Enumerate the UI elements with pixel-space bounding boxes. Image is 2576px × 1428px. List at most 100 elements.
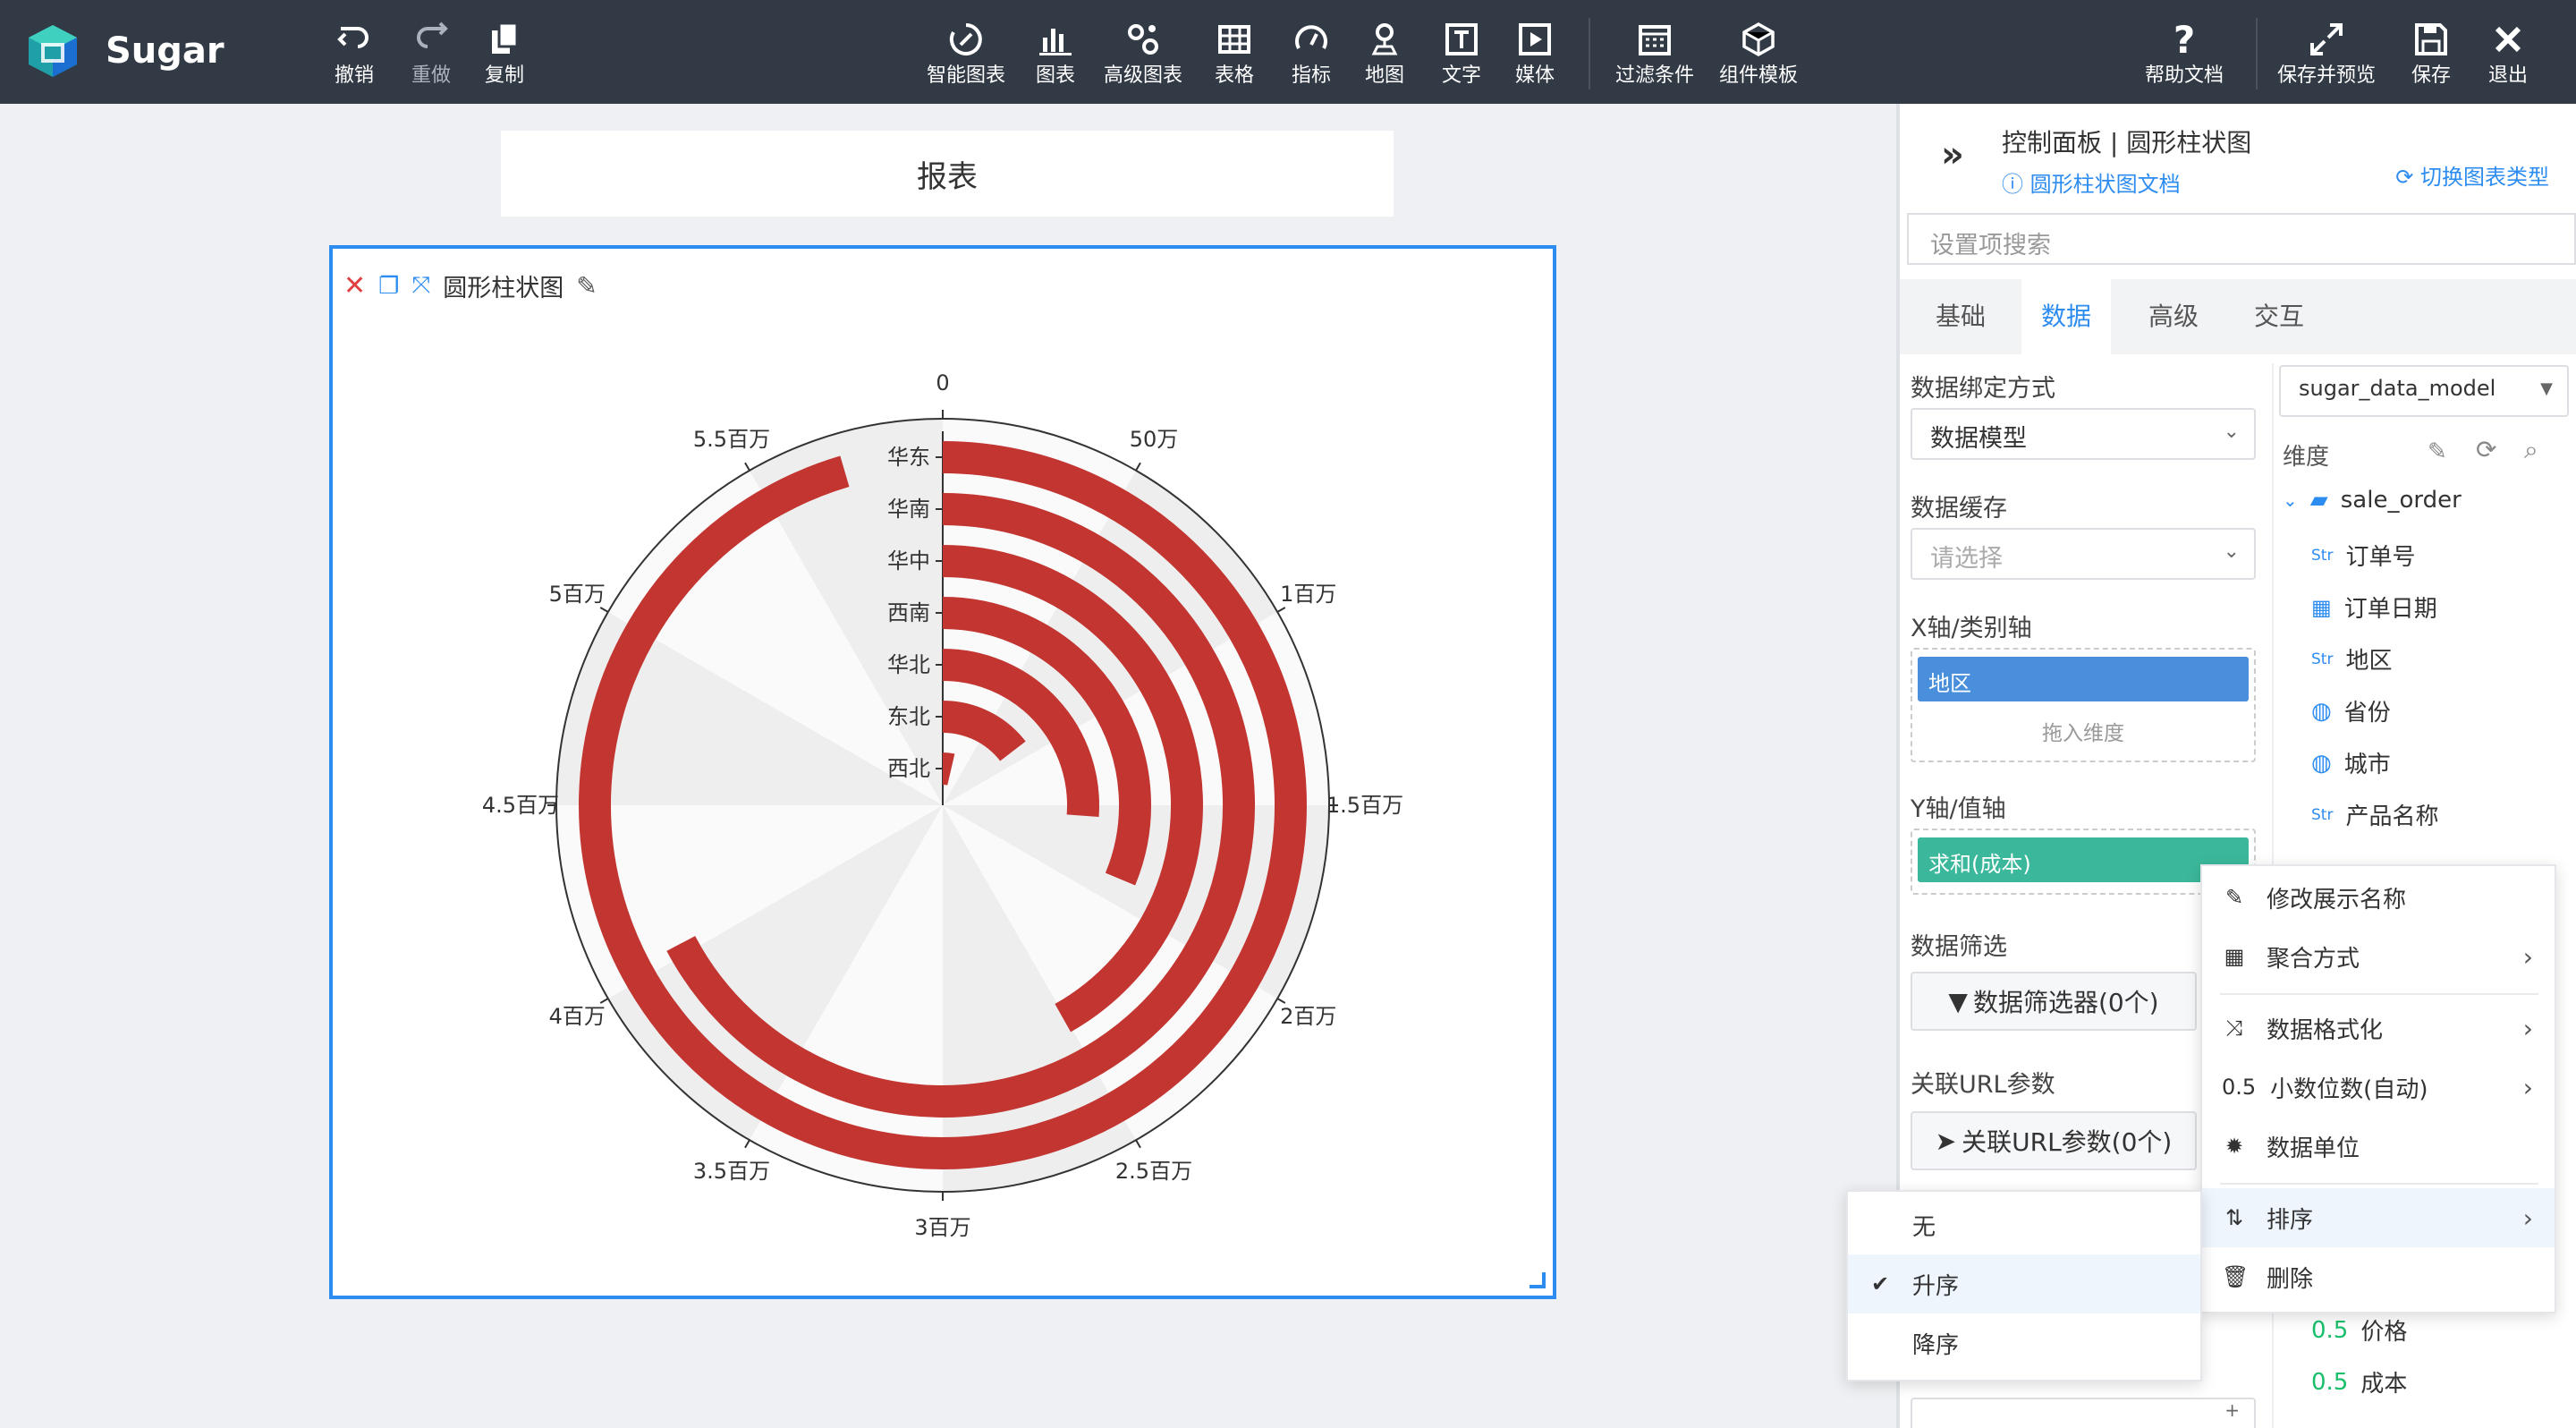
refresh-icon[interactable]: ⟳ <box>2476 435 2496 464</box>
menu-item-rename[interactable]: ✎ 修改展示名称 <box>2202 868 2555 927</box>
table-button[interactable]: 表格 <box>1215 20 1254 91</box>
cache-select[interactable]: 请选择 ⌄ <box>1911 528 2256 580</box>
x-field-pill[interactable]: 地区 <box>1918 657 2249 701</box>
media-label: 媒体 <box>1515 64 1555 87</box>
save-preview-button[interactable]: 保存并预览 <box>2277 20 2376 91</box>
advanced-chart-button[interactable]: 高级图表 <box>1104 20 1182 91</box>
menu-item-delete[interactable]: 🗑 删除 <box>2202 1247 2555 1306</box>
y-field-pill[interactable]: 求和(成本) <box>1918 837 2249 882</box>
category-label: 西南 <box>887 600 930 625</box>
sort-option-label: 降序 <box>1912 1331 1960 1359</box>
menu-item-decimals[interactable]: 0.5 小数位数(自动) › <box>2202 1058 2555 1117</box>
calendar-icon: ▦ <box>2311 594 2332 620</box>
menu-item-label: 小数位数(自动) <box>2270 1075 2428 1103</box>
switch-chart-type-button[interactable]: ⟳ 切换图表类型 <box>2395 159 2549 191</box>
chart-button[interactable]: 图表 <box>1036 20 1075 91</box>
smart-chart-button[interactable]: 智能图表 <box>927 20 1005 91</box>
doc-link[interactable]: ⓘ 圆形柱状图文档 <box>2002 166 2181 198</box>
angle-tick <box>1135 1139 1141 1149</box>
tab-advanced[interactable]: 高级 <box>2129 279 2218 354</box>
map-pin-icon <box>1371 23 1398 55</box>
metric-button[interactable]: 指标 <box>1292 20 1331 91</box>
report-title[interactable]: 报表 <box>501 131 1394 217</box>
help-doc-button[interactable]: ? 帮助文档 <box>2145 18 2224 91</box>
angle-tick-label: 3.5百万 <box>693 1159 770 1184</box>
advanced-chart-icon <box>1128 24 1158 55</box>
filter-condition-button[interactable]: 过滤条件 <box>1615 20 1694 91</box>
field-item[interactable]: Str 地区 <box>2311 642 2392 676</box>
shuffle-icon: ⤨ <box>2225 1016 2243 1041</box>
angle-tick <box>599 998 609 1004</box>
menu-item-sort[interactable]: ⇅ 排序 › <box>2202 1188 2555 1247</box>
search-icon[interactable]: ⌕ <box>2524 435 2538 465</box>
menu-item-aggregation[interactable]: ▦ 聚合方式 › <box>2202 927 2555 986</box>
model-select[interactable]: sugar_data_model ▼ <box>2279 365 2569 417</box>
map-button[interactable]: 地图 <box>1365 20 1404 91</box>
calendar-icon <box>1639 25 1671 55</box>
text-button[interactable]: 文字 <box>1442 20 1481 91</box>
dimension-label: 维度 <box>2283 444 2330 471</box>
field-item[interactable]: ▦ 订单日期 <box>2311 591 2437 624</box>
sort-option-descending[interactable]: 降序 <box>1848 1313 2200 1373</box>
menu-divider <box>2220 1183 2538 1185</box>
tab-basic[interactable]: 基础 <box>1916 279 2005 354</box>
redo-label: 重做 <box>411 64 452 87</box>
chevron-right-icon: › <box>2522 1013 2533 1043</box>
filter-condition-label: 过滤条件 <box>1615 64 1695 87</box>
x-axis-label: X轴/类别轴 <box>1911 615 2032 642</box>
measure-name: 成本 <box>2360 1371 2408 1398</box>
chevron-down-icon: ⌄ <box>2283 489 2298 511</box>
number-input[interactable]: + <box>1911 1398 2256 1428</box>
number-type-icon: 0.5 <box>2311 1316 2349 1344</box>
field-name: 省份 <box>2343 700 2391 727</box>
tab-data[interactable]: 数据 <box>2021 279 2112 354</box>
redo-button[interactable]: 重做 <box>411 20 451 91</box>
field-item[interactable]: Str 订单号 <box>2311 539 2415 572</box>
binding-select[interactable]: 数据模型 ⌄ <box>1911 408 2256 460</box>
menu-item-label: 数据单位 <box>2267 1135 2360 1162</box>
chart-card[interactable]: ✕ ❐ ⤧ 圆形柱状图 ✎ 0 50万 1百万 1.5百万 2百万 2.5百万 3百万 3.5… <box>329 245 1556 1299</box>
collapse-panel-icon[interactable]: » <box>1941 134 1964 175</box>
settings-search-input[interactable]: 设置项搜索 <box>1907 213 2576 265</box>
media-button[interactable]: 媒体 <box>1515 20 1555 91</box>
edit-pencil-icon[interactable]: ✎ <box>2428 438 2447 465</box>
tab-interaction[interactable]: 交互 <box>2234 279 2324 354</box>
menu-item-label: 聚合方式 <box>2267 945 2360 973</box>
x-axis-dropzone[interactable]: 地区 拖入维度 <box>1911 648 2256 762</box>
field-item[interactable]: ◍ 省份 <box>2311 694 2391 727</box>
panel-tabs: 基础 数据 高级 交互 <box>1900 279 2576 354</box>
save-button[interactable]: 保存 <box>2411 20 2451 91</box>
menu-item-format[interactable]: ⤨ 数据格式化 › <box>2202 999 2555 1058</box>
undo-button[interactable]: 撤销 <box>335 20 374 91</box>
exit-button[interactable]: 退出 <box>2488 20 2528 91</box>
copy-icon <box>492 21 519 54</box>
url-param-button[interactable]: ➤ 关联URL参数(0个) <box>1911 1111 2197 1170</box>
resize-handle[interactable] <box>1530 1272 1546 1288</box>
text-icon <box>1445 23 1478 55</box>
component-template-button[interactable]: 组件模板 <box>1719 20 1798 91</box>
exit-label: 退出 <box>2488 64 2529 87</box>
sort-option-none[interactable]: 无 <box>1848 1195 2200 1254</box>
sort-option-ascending[interactable]: ✔ 升序 <box>1848 1254 2200 1313</box>
measure-item[interactable]: 0.5 成本 <box>2311 1365 2407 1398</box>
measure-item[interactable]: 0.5 价格 <box>2311 1313 2407 1347</box>
category-label: 东北 <box>887 704 930 729</box>
cache-placeholder: 请选择 <box>1930 545 2003 573</box>
menu-item-unit[interactable]: ✹ 数据单位 <box>2202 1117 2555 1176</box>
menu-item-label: 排序 <box>2267 1206 2314 1234</box>
toolbar-divider <box>2256 18 2258 89</box>
category-label: 华东 <box>887 445 930 470</box>
data-filter-button[interactable]: ▼ 数据筛选器(0个) <box>1911 972 2197 1031</box>
y-field-label: 求和(成本) <box>1928 852 2031 877</box>
copy-button[interactable]: 复制 <box>485 20 524 91</box>
sort-icon: ⇅ <box>2224 1205 2244 1230</box>
field-item[interactable]: ◍ 城市 <box>2311 746 2391 779</box>
save-preview-label: 保存并预览 <box>2277 64 2377 87</box>
sort-submenu: 无 ✔ 升序 降序 <box>1846 1190 2202 1381</box>
angle-tick-label: 1.5百万 <box>1326 793 1403 818</box>
table-node[interactable]: ⌄ ▰ sale_order <box>2283 487 2462 514</box>
field-item[interactable]: Str 产品名称 <box>2311 798 2438 831</box>
gauge-icon <box>1295 25 1327 49</box>
caret-down-icon: ▼ <box>2540 379 2553 398</box>
sort-option-label: 无 <box>1912 1213 1936 1241</box>
